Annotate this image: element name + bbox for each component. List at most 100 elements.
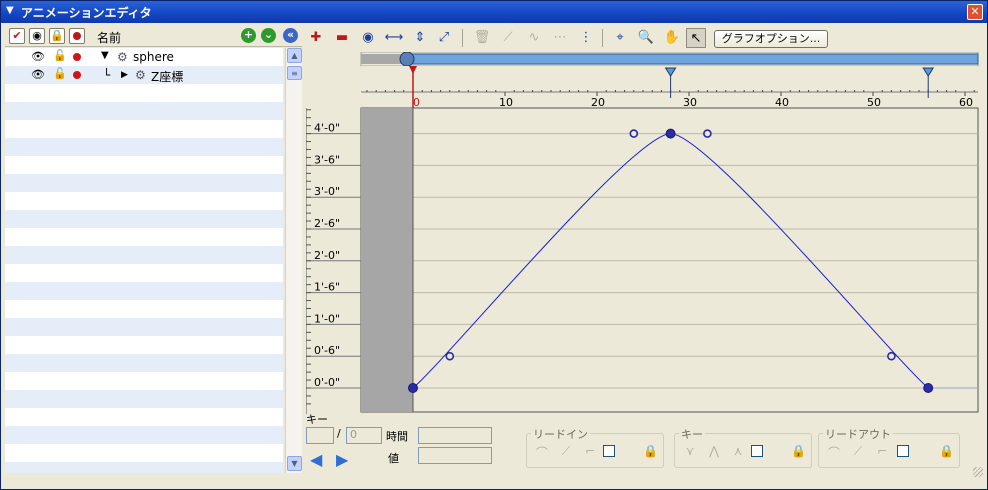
tree-item-label: sphere (133, 50, 174, 64)
fit-horizontal-icon[interactable]: ⟷ (384, 28, 404, 48)
before-start-region (361, 108, 413, 412)
tree-row-sphere[interactable]: 👁 🔓 ▼ ⚙ sphere (5, 48, 283, 66)
tangent-handle (629, 129, 639, 138)
lead-out-lock-icon[interactable]: 🔒 (939, 444, 954, 458)
scroll-up-button[interactable]: ▲ (287, 48, 302, 63)
lead-in-linear-icon[interactable]: ⟋ (557, 444, 575, 460)
trash-icon[interactable]: 🗑 (472, 28, 492, 48)
tree-row-z[interactable]: 👁 🔓 └ ▶ ⚙ Z座標 (5, 66, 283, 84)
tangent-handle (703, 129, 712, 138)
key-checkbox[interactable] (751, 445, 763, 457)
range-bar-active (402, 53, 979, 65)
ruler-tick-label: 10 (499, 96, 513, 109)
collapse-panel-button[interactable]: « (283, 28, 298, 43)
tangent-handle (445, 351, 455, 361)
value-tick-label: 3'-0" (314, 185, 340, 198)
window-title: アニメーションエディタ (21, 6, 152, 20)
keyframe-point[interactable] (665, 128, 676, 139)
next-key-icon[interactable]: ▶ (336, 450, 348, 469)
tree-scrollbar[interactable]: ▲ ≡ ▼ (285, 48, 302, 473)
scroll-down-button[interactable]: ▼ (287, 456, 302, 471)
visibility-header-icon[interactable]: ◉ (29, 28, 45, 44)
lead-in-group: リードイン ⌒ ⟋ ⌐ 🔒 (526, 426, 664, 468)
value-label: 値 (388, 452, 399, 465)
add-key-icon[interactable]: ✚ (306, 28, 326, 48)
expand-icon[interactable]: ▼ (101, 50, 109, 61)
tree-list: 👁 🔓 ▼ ⚙ sphere 👁 🔓 └ ▶ ⚙ Z座標 (5, 48, 283, 473)
time-label: 時間 (386, 430, 408, 443)
select-arrow-icon[interactable]: ↖ (686, 28, 706, 48)
record-dot-icon[interactable] (73, 71, 81, 79)
lead-out-smooth-icon[interactable]: ⌒ (825, 444, 843, 460)
record-dot-icon[interactable] (73, 53, 81, 61)
lead-out-checkbox[interactable] (897, 445, 909, 457)
key-slash: / (337, 427, 341, 440)
key-properties-panel: キー / 0 時間 値 ◀ ▶ リードイン ⌒ ⟋ ⌐ 🔒 キー ⋎ ⋀ ⋏ 🔒… (306, 413, 986, 479)
key-step-icon[interactable]: ⋏ (729, 444, 747, 460)
linear-tangent-icon[interactable]: ⟋ (498, 28, 518, 48)
check-all-icon[interactable]: ✔ (9, 28, 25, 44)
value-tick-label: 2'-6" (314, 217, 340, 230)
key-index-field[interactable] (306, 427, 334, 444)
tree-header: ✔ ◉ 🔒 名前 + ⌄ « (5, 25, 302, 47)
lead-out-step-icon[interactable]: ⌐ (873, 444, 891, 460)
add-point-icon[interactable]: ⌖ (610, 28, 630, 48)
lead-out-label: リードアウト (823, 426, 893, 442)
lead-in-lock-icon[interactable]: 🔒 (643, 444, 658, 458)
toolbar-separator (462, 29, 463, 47)
fit-vertical-icon[interactable]: ⇕ (410, 28, 430, 48)
view-icon[interactable]: ◉ (358, 28, 378, 48)
value-field[interactable] (418, 447, 492, 464)
plot-area (360, 107, 979, 413)
pan-hand-icon[interactable]: ✋ (662, 28, 682, 48)
value-tick-label: 3'-6" (314, 153, 340, 166)
key-lock-icon[interactable]: 🔒 (791, 444, 806, 458)
expand-icon[interactable]: ▶ (121, 70, 128, 80)
lock-header-icon[interactable]: 🔒 (49, 28, 65, 44)
step-tangent-icon[interactable]: ⋮ (576, 28, 596, 48)
range-bar-inactive (361, 54, 403, 64)
tree-item-label: Z座標 (151, 70, 184, 84)
ruler-tick-label: 50 (867, 96, 881, 109)
flat-tangent-icon[interactable]: ⋯ (550, 28, 570, 48)
object-tree-panel: ✔ ◉ 🔒 名前 + ⌄ « 👁 🔓 ▼ ⚙ sphere 👁 🔓 └ ▶ ⚙ … (5, 25, 302, 475)
visibility-eye-icon[interactable]: 👁 (31, 50, 45, 63)
lead-in-step-icon[interactable]: ⌐ (581, 444, 599, 460)
curve-graph[interactable]: 0 10 20 30 40 50 60 4'-0" 3'-6" 3'-0" 2'-6" 2'-0" 1'… (306, 52, 980, 414)
toolbar-separator (602, 29, 603, 47)
move-down-button[interactable]: ⌄ (261, 28, 276, 43)
keyframe-point[interactable] (408, 383, 418, 393)
tangent-handle (887, 351, 896, 361)
graph-options-button[interactable]: グラフオプション... (714, 30, 828, 48)
scroll-thumb[interactable]: ≡ (287, 66, 302, 80)
value-tick-label: 1'-0" (314, 312, 340, 325)
title-bar[interactable]: ▼ アニメーションエディタ ✕ (1, 1, 987, 23)
lock-icon[interactable]: 🔓 (53, 67, 67, 80)
visibility-eye-icon[interactable]: 👁 (31, 68, 45, 81)
group-node-icon: ⚙ (117, 50, 128, 64)
delete-key-icon[interactable]: ▬ (332, 28, 352, 48)
record-header-icon[interactable] (69, 28, 85, 44)
window-menu-icon[interactable]: ▼ (6, 5, 14, 16)
time-field[interactable] (418, 427, 492, 444)
close-button[interactable]: ✕ (967, 4, 983, 20)
keyframe-point[interactable] (923, 383, 934, 393)
smooth-tangent-icon[interactable]: ∿ (524, 28, 544, 48)
value-tick-label: 1'-6" (314, 281, 340, 294)
lead-out-linear-icon[interactable]: ⟋ (849, 444, 867, 460)
ruler-tick-label: 60 (959, 96, 973, 109)
lock-icon[interactable]: 🔓 (53, 49, 67, 62)
key-smooth-icon[interactable]: ⋎ (681, 444, 699, 460)
key-group-label: キー (679, 426, 705, 442)
zoom-icon[interactable]: 🔍 (636, 28, 656, 48)
lead-in-smooth-icon[interactable]: ⌒ (533, 444, 551, 460)
key-linear-icon[interactable]: ⋀ (705, 444, 723, 460)
value-tick-label: 0'-0" (314, 376, 340, 389)
prev-key-icon[interactable]: ◀ (310, 450, 322, 469)
resize-grip[interactable] (973, 467, 983, 477)
fit-all-icon[interactable]: ⤢ (434, 28, 454, 48)
lead-in-checkbox[interactable] (603, 445, 615, 457)
curve-graph-svg[interactable]: 0 10 20 30 40 50 60 4'-0" 3'-6" 3'-0" 2'-6" 2'-0" 1'… (306, 52, 980, 414)
value-tick-label: 2'-0" (314, 249, 340, 262)
add-button[interactable]: + (241, 28, 256, 43)
